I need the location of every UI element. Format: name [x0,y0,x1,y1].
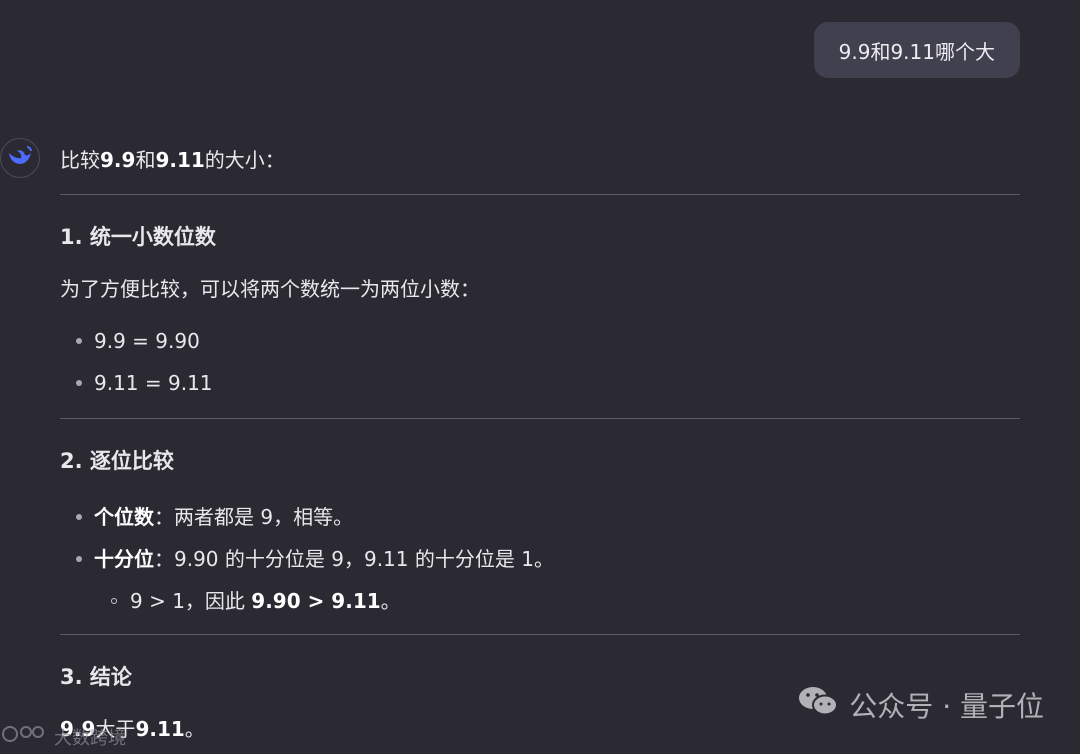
intro-number-a: 9.9 [100,147,136,172]
bold-label: 个位数 [94,504,154,529]
list-item: 9.11 = 9.11 [60,362,1020,404]
list-item-text: 9.11 = 9.11 [94,370,213,395]
conclusion-suffix: 。 [184,716,205,741]
left-watermark-text: 大数跨境 [54,727,126,749]
chat-page: 9.9和9.11哪个大 比较 9.9 和 9.11 的大小： 1. 统一小数位数… [0,0,1080,754]
intro-number-b: 9.11 [155,147,205,172]
list-item-text: 。 [380,588,401,613]
list-item-text: 9.9 = 9.90 [94,328,200,353]
bold-label: 十分位 [94,546,154,571]
section1-list: 9.9 = 9.90 9.11 = 9.11 [60,320,1020,404]
sub-list-item: 9 > 1，因此 9.90 > 9.11。 [60,580,1020,622]
bullet-dot [76,514,82,520]
watermark-text: 公众号 · 量子位 [849,689,1044,723]
list-item: 9.9 = 9.90 [60,320,1020,362]
deepseek-whale-icon [5,141,35,175]
watermark: 公众号 · 量子位 [797,683,1044,726]
bullet-dot [76,556,82,562]
intro-text: 比较 [60,147,100,172]
intro-text: 的大小： [204,147,285,172]
section-title-1: 1. 统一小数位数 [60,224,216,249]
bold-comparison: 9.90 > 9.11 [251,588,381,613]
left-watermark: 大数跨境 [2,723,126,750]
section-title-2: 2. 逐位比较 [60,448,174,473]
list-item: 个位数：两者都是 9，相等。 [60,496,1020,538]
section1-paragraph: 为了方便比较，可以将两个数统一为两位小数： [60,276,480,301]
list-item-text: 9 > 1，因此 [130,588,252,613]
assistant-answer: 比较 9.9 和 9.11 的大小： 1. 统一小数位数 为了方便比较，可以将两… [60,140,1020,746]
list-item-text: ：两者都是 9，相等。 [154,504,354,529]
section2-list: 个位数：两者都是 9，相等。 十分位：9.90 的十分位是 9，9.11 的十分… [60,496,1020,580]
section2-sublist: 9 > 1，因此 9.90 > 9.11。 [60,580,1020,622]
watermark-logo-icon [2,723,48,750]
assistant-avatar [0,138,40,178]
bullet-dot [76,380,82,386]
answer-intro: 比较 9.9 和 9.11 的大小： [60,140,1020,180]
bullet-dot [76,338,82,344]
conclusion-number-b: 9.11 [135,716,185,741]
list-item-text: ：9.90 的十分位是 9，9.11 的十分位是 1。 [154,546,554,571]
hollow-bullet [111,598,117,604]
wechat-icon [797,683,839,726]
intro-text: 和 [135,147,156,172]
list-item: 十分位：9.90 的十分位是 9，9.11 的十分位是 1。 [60,538,1020,580]
user-message-bubble: 9.9和9.11哪个大 [813,22,1020,78]
